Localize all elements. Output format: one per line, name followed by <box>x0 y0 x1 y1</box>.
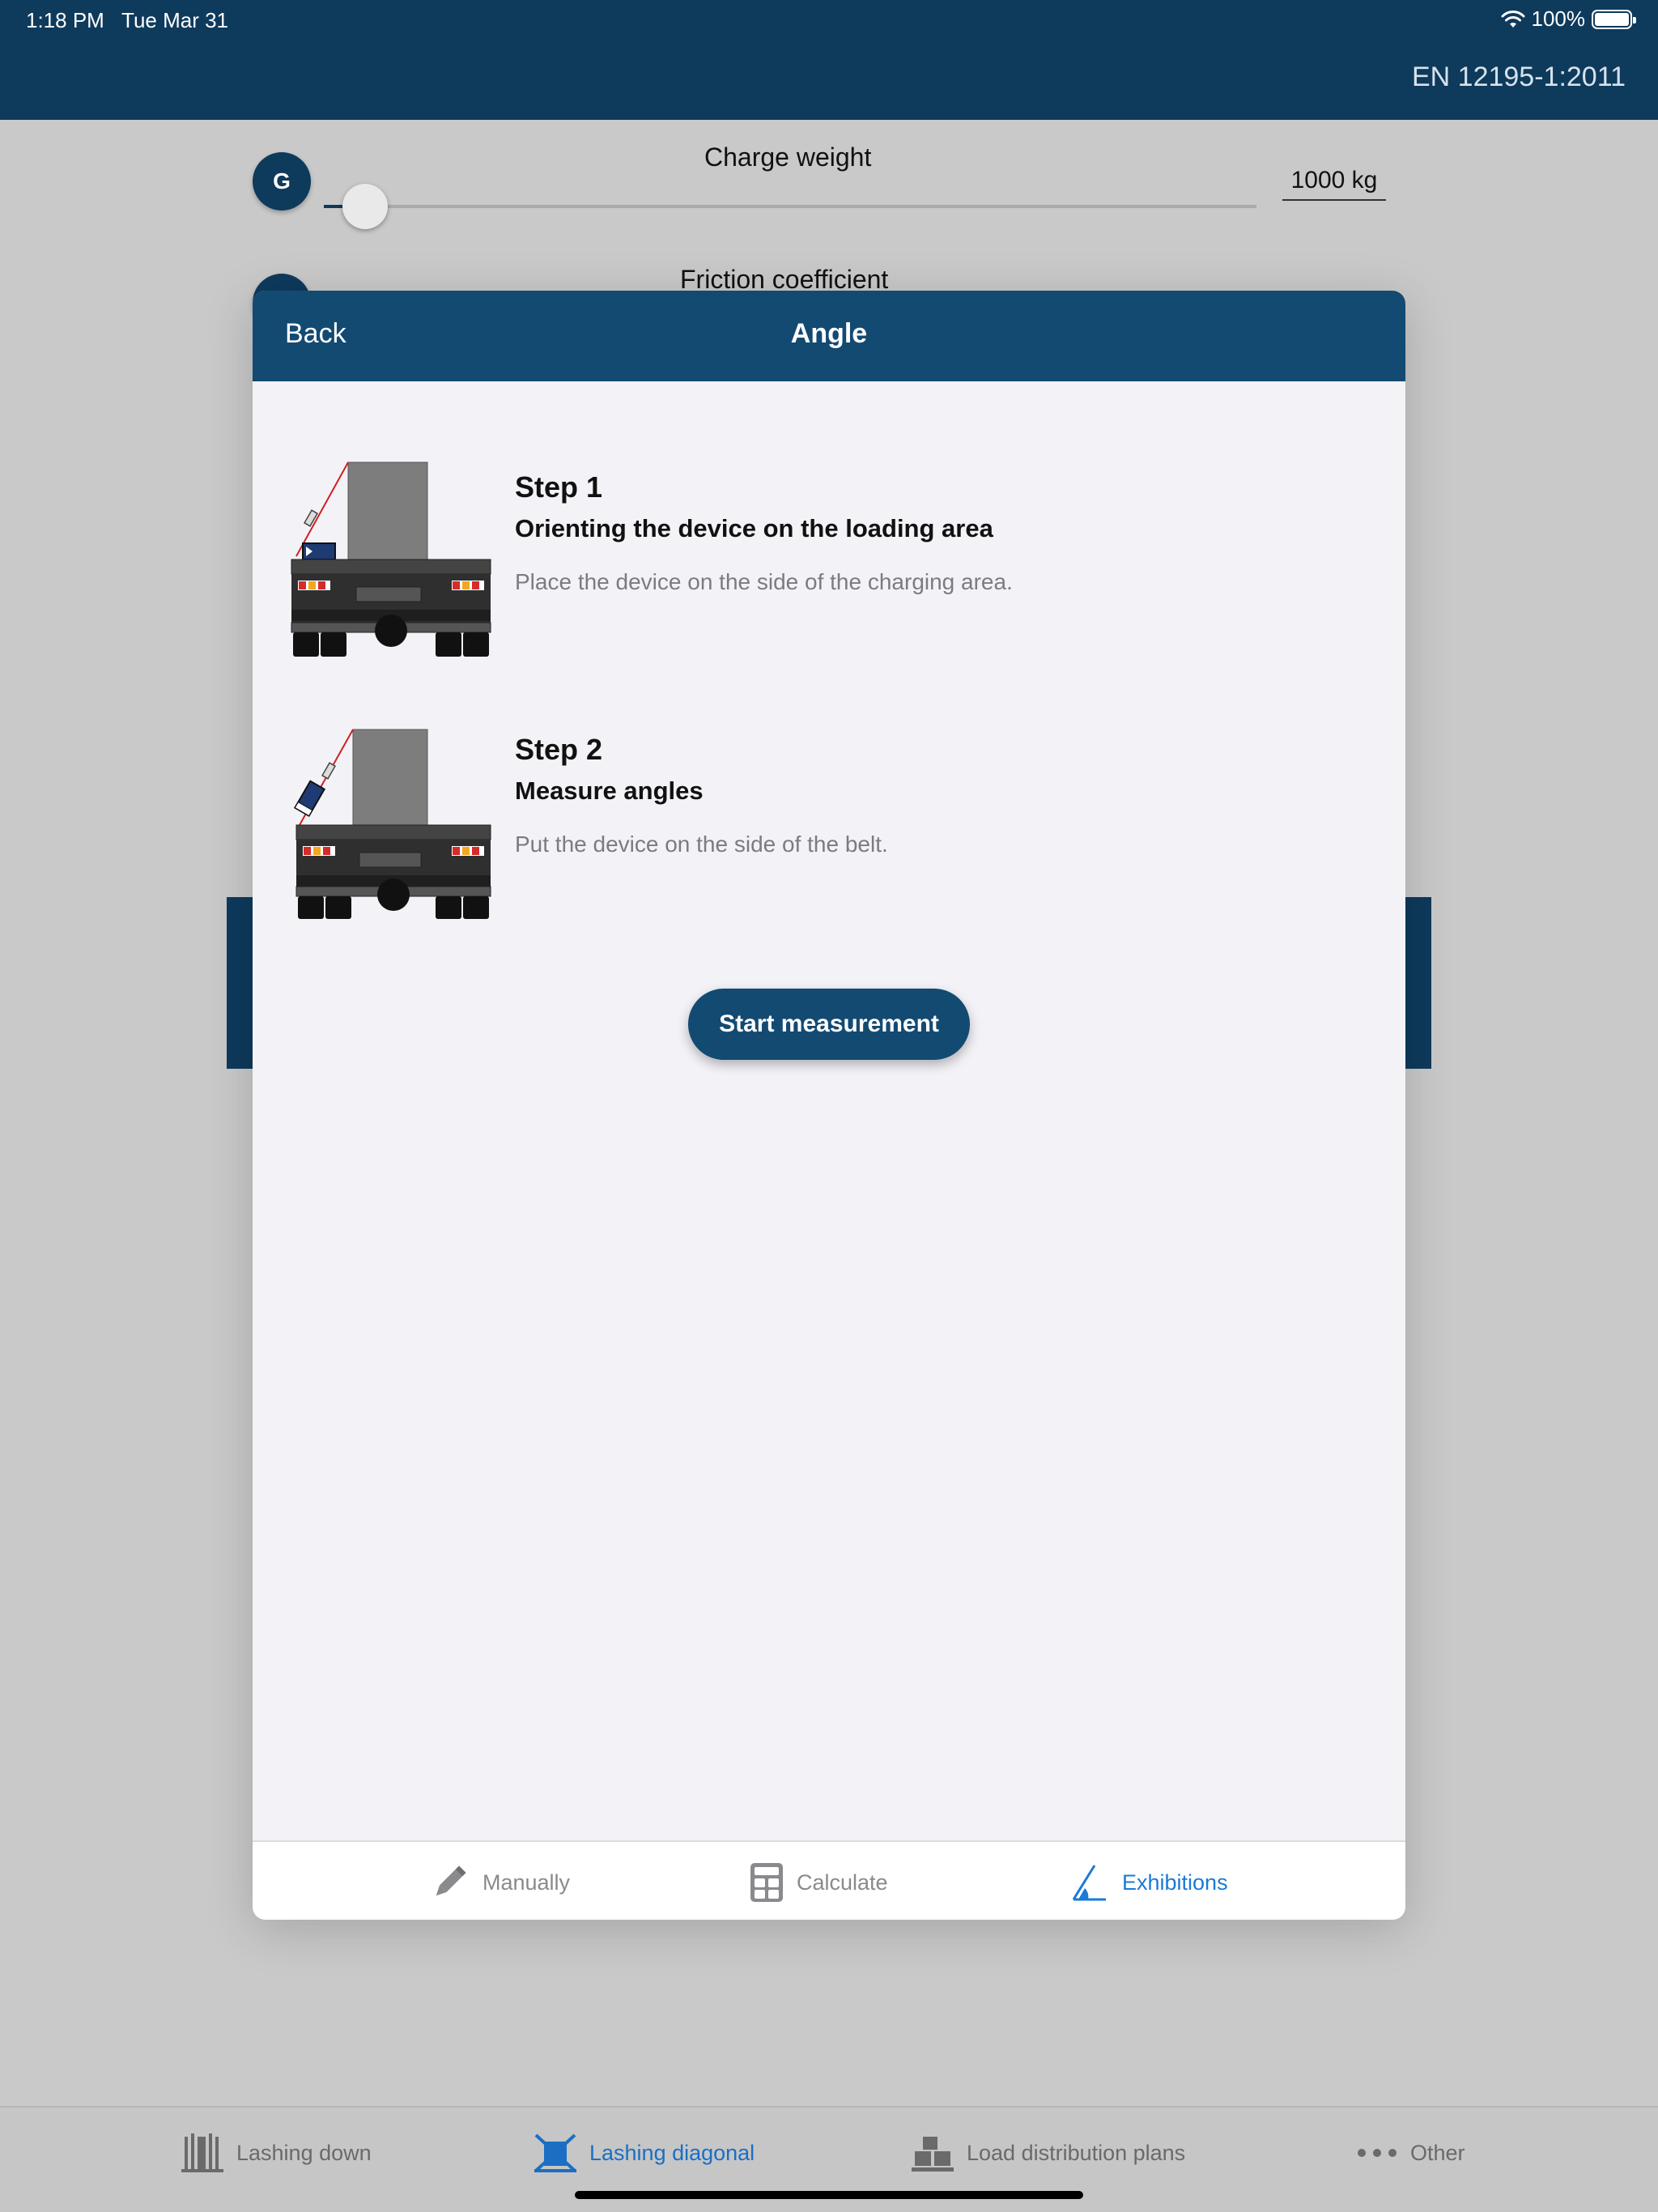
back-button[interactable]: Back <box>285 318 346 350</box>
modal-tab-bar: Manually Calculate Exhibitions <box>253 1840 1405 1920</box>
charge-weight-label: Charge weight <box>704 143 872 172</box>
step-1-text: Step 1 Orienting the device on the loadi… <box>515 470 1357 595</box>
tab-calculate[interactable]: Calculate <box>750 1860 888 1905</box>
lashing-down-icon <box>181 2133 223 2172</box>
battery-percent: 100% <box>1531 6 1586 31</box>
tab-manually-label: Manually <box>483 1870 571 1895</box>
tab-lashing-diagonal-label: Lashing diagonal <box>589 2140 755 2165</box>
tab-calculate-label: Calculate <box>797 1870 888 1895</box>
status-clock: 1:18 PM <box>26 8 104 32</box>
angle-modal: Back Angle Step 1 Orienting the device o <box>253 291 1405 1920</box>
angle-icon <box>1072 1865 1106 1901</box>
load-distribution-icon <box>912 2137 954 2172</box>
status-date: Tue Mar 31 <box>121 8 229 32</box>
charge-weight-slider[interactable] <box>324 205 1256 208</box>
step-2-title: Step 2 <box>515 733 603 766</box>
lashing-diagonal-icon <box>534 2133 576 2172</box>
tab-exhibitions[interactable]: Exhibitions <box>1070 1860 1228 1905</box>
battery-icon <box>1592 9 1636 29</box>
tab-exhibitions-label: Exhibitions <box>1122 1870 1228 1895</box>
truck-device-on-belt-illustration <box>293 729 491 919</box>
step-1-description: Place the device on the side of the char… <box>515 569 1013 594</box>
charge-weight-slider-thumb[interactable] <box>342 184 388 229</box>
tab-lashing-down[interactable]: Lashing down <box>181 2130 372 2176</box>
step-1-subtitle: Orienting the device on the loading area <box>515 514 993 542</box>
charge-weight-value[interactable]: 1000 kg <box>1282 167 1386 201</box>
status-indicators: 100% <box>1501 6 1636 32</box>
status-time: 1:18 PM Tue Mar 31 <box>26 8 228 33</box>
charge-weight-badge: G <box>253 152 311 211</box>
tab-other[interactable]: Other <box>1357 2130 1465 2176</box>
truck-device-on-floor-illustration <box>291 462 491 657</box>
pencil-icon <box>436 1865 466 1896</box>
step-2-text: Step 2 Measure angles Put the device on … <box>515 733 1357 857</box>
step-2-description: Put the device on the side of the belt. <box>515 832 888 857</box>
tab-other-label: Other <box>1410 2140 1465 2165</box>
start-measurement-button[interactable]: Start measurement <box>688 989 970 1060</box>
tab-manually[interactable]: Manually <box>429 1860 570 1905</box>
tab-load-distribution-plans[interactable]: Load distribution plans <box>912 2130 1185 2176</box>
tab-lashing-down-label: Lashing down <box>236 2140 372 2165</box>
step-2-subtitle: Measure angles <box>515 776 704 805</box>
modal-header: Back Angle <box>253 291 1405 381</box>
tab-lashing-diagonal[interactable]: Lashing diagonal <box>534 2130 755 2176</box>
wifi-icon <box>1501 10 1524 28</box>
home-indicator <box>575 2191 1083 2199</box>
modal-title: Angle <box>790 318 868 349</box>
step-1-title: Step 1 <box>515 470 603 504</box>
more-dots-icon <box>1358 2149 1397 2157</box>
tab-load-distribution-plans-label: Load distribution plans <box>967 2140 1186 2165</box>
step-2: Step 2 Measure angles Put the device on … <box>288 720 1373 930</box>
standard-label: EN 12195-1:2011 <box>1411 62 1626 92</box>
calculator-icon <box>750 1863 783 1902</box>
step-1: Step 1 Orienting the device on the loadi… <box>288 457 1373 668</box>
top-bar: 1:18 PM Tue Mar 31 100% EN 12195-1:2011 <box>0 0 1658 120</box>
